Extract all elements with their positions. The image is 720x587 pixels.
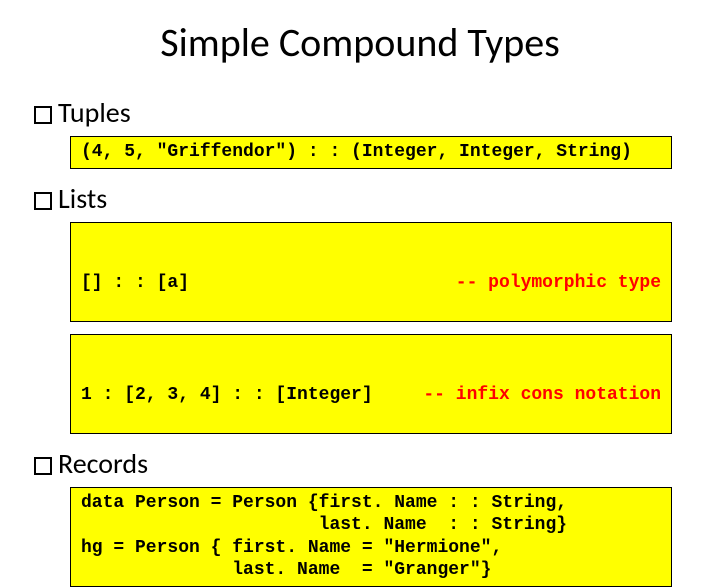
- slide-title: Simple Compound Types: [28, 18, 692, 67]
- section-tuples: Tuples: [28, 95, 692, 130]
- code-tuples: (4, 5, "Griffendor") : : (Integer, Integ…: [70, 136, 672, 169]
- section-lists: Lists: [28, 181, 692, 216]
- section-records-label: Records: [58, 446, 148, 481]
- code-lists-1-left: [] : : [a]: [81, 272, 189, 295]
- code-lists-1-comment: -- polymorphic type: [456, 272, 661, 295]
- code-lists-2-left: 1 : [2, 3, 4] : : [Integer]: [81, 384, 373, 407]
- section-lists-label: Lists: [58, 181, 107, 216]
- code-lists-1: [] : : [a] -- polymorphic type: [70, 222, 672, 322]
- code-lists-2-comment: -- infix cons notation: [423, 384, 661, 407]
- section-tuples-label: Tuples: [58, 95, 131, 130]
- bullet-icon: [34, 106, 52, 124]
- section-records: Records: [28, 446, 692, 481]
- code-records: data Person = Person {first. Name : : St…: [70, 487, 672, 587]
- code-lists-2: 1 : [2, 3, 4] : : [Integer] -- infix con…: [70, 334, 672, 434]
- bullet-icon: [34, 192, 52, 210]
- bullet-icon: [34, 457, 52, 475]
